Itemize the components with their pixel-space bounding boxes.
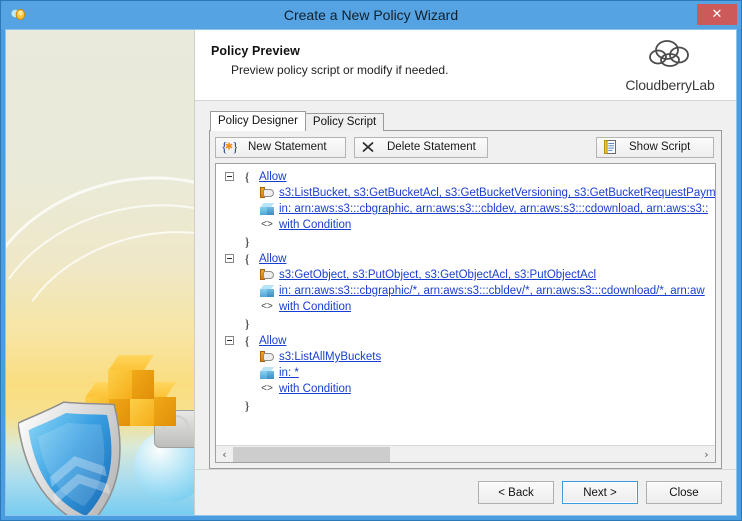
- statement-effect-link[interactable]: Allow: [259, 253, 286, 265]
- permission-hand-icon: [259, 349, 275, 365]
- statement-resources-row: in: arn:aws:s3:::cbgraphic/*, arn:aws:s3…: [216, 283, 715, 299]
- statement-actions-link[interactable]: s3:ListAllMyBuckets: [279, 351, 381, 363]
- bucket-cube-icon: [259, 201, 275, 217]
- tab-policy-designer[interactable]: Policy Designer: [210, 111, 306, 131]
- statement-condition-link[interactable]: with Condition: [279, 301, 351, 313]
- statement-condition-link[interactable]: with Condition: [279, 383, 351, 395]
- open-brace: {: [244, 333, 251, 348]
- angle-brackets-icon: <>: [261, 219, 273, 230]
- statement-condition-row: <> with Condition: [216, 381, 715, 397]
- bucket-cube-icon: [259, 283, 275, 299]
- braces-asterisk-icon: { }: [221, 139, 239, 156]
- security-shield-icon: [17, 398, 134, 515]
- client-area: Policy Preview Preview policy script or …: [5, 29, 737, 516]
- angle-brackets-icon: <>: [261, 301, 273, 312]
- svg-text:}: }: [232, 141, 237, 156]
- brand-logo: CloudberryLab: [618, 38, 722, 93]
- show-script-button[interactable]: Show Script: [596, 136, 714, 158]
- statement-condition-link[interactable]: with Condition: [279, 219, 351, 231]
- tree-horizontal-scrollbar[interactable]: ‹ ›: [216, 445, 715, 462]
- collapse-expander-icon[interactable]: [225, 254, 234, 263]
- statement-effect-link[interactable]: Allow: [259, 171, 286, 183]
- statement-effect-link[interactable]: Allow: [259, 335, 286, 347]
- storage-cube-icon: [108, 355, 154, 401]
- statement-header-row: { Allow: [216, 333, 715, 349]
- statement-resources-link[interactable]: in: arn:aws:s3:::cbgraphic/*, arn:aws:s3…: [279, 285, 705, 297]
- brand-name: CloudberryLab: [625, 77, 715, 93]
- wizard-content: Policy Preview Preview policy script or …: [195, 30, 736, 515]
- statement-actions-link[interactable]: s3:ListBucket, s3:GetBucketAcl, s3:GetBu…: [279, 187, 715, 199]
- cloud-icon: [649, 40, 689, 67]
- title-bar: Create a New Policy Wizard ✕: [1, 1, 741, 29]
- tab-strip: Policy Designer Policy Script: [209, 111, 722, 131]
- close-brace: }: [244, 316, 251, 331]
- new-statement-label: New Statement: [248, 141, 327, 153]
- wizard-footer: < Back Next > Close: [195, 469, 736, 515]
- scroll-right-arrow-icon[interactable]: ›: [698, 446, 715, 462]
- statement-header-row: { Allow: [216, 169, 715, 185]
- angle-brackets-icon: <>: [261, 383, 273, 394]
- statement-resources-row: in: *: [216, 365, 715, 381]
- permission-hand-icon: [259, 267, 275, 283]
- open-brace: {: [244, 251, 251, 266]
- statement-footer-row: }: [216, 233, 715, 251]
- cloudberry-shield-icon: [10, 6, 28, 24]
- statement-resources-link[interactable]: in: *: [279, 367, 299, 379]
- policy-statement: { Allow s3:ListAllMyBuckets in: * <> wit…: [216, 333, 715, 415]
- scrollbar-thumb[interactable]: [233, 447, 390, 462]
- designer-toolbar: { } New Statement: [215, 136, 716, 158]
- statement-resources-row: in: arn:aws:s3:::cbgraphic, arn:aws:s3::…: [216, 201, 715, 217]
- delete-statement-label: Delete Statement: [387, 141, 476, 153]
- policy-statement: { Allow s3:ListBucket, s3:GetBucketAcl, …: [216, 169, 715, 251]
- tab-area: Policy Designer Policy Script { }: [195, 101, 736, 469]
- tab-policy-script[interactable]: Policy Script: [304, 113, 385, 131]
- page-header: Policy Preview Preview policy script or …: [195, 30, 736, 101]
- delete-statement-button[interactable]: Delete Statement: [354, 136, 488, 158]
- statement-actions-row: s3:ListAllMyBuckets: [216, 349, 715, 365]
- collapse-expander-icon[interactable]: [225, 336, 234, 345]
- policy-tree-container: { Allow s3:ListBucket, s3:GetBucketAcl, …: [215, 163, 716, 463]
- bucket-cube-icon: [259, 365, 275, 381]
- back-button[interactable]: < Back: [478, 481, 554, 504]
- wizard-window: Create a New Policy Wizard ✕ Policy Prev…: [0, 0, 742, 521]
- close-brace: }: [244, 234, 251, 249]
- statement-condition-row: <> with Condition: [216, 217, 715, 233]
- policy-statement: { Allow s3:GetObject, s3:PutObject, s3:G…: [216, 251, 715, 333]
- close-wizard-button[interactable]: Close: [646, 481, 722, 504]
- script-notepad-icon: [602, 139, 618, 155]
- statement-condition-row: <> with Condition: [216, 299, 715, 315]
- new-statement-button[interactable]: { } New Statement: [215, 136, 346, 158]
- collapse-expander-icon[interactable]: [225, 172, 234, 181]
- statement-actions-row: s3:ListBucket, s3:GetBucketAcl, s3:GetBu…: [216, 185, 715, 201]
- permission-hand-icon: [259, 185, 275, 201]
- policy-tree[interactable]: { Allow s3:ListBucket, s3:GetBucketAcl, …: [216, 164, 715, 445]
- x-mark-icon: [360, 139, 376, 155]
- wizard-sidebar-graphic: [6, 30, 195, 515]
- scroll-left-arrow-icon[interactable]: ‹: [216, 446, 233, 462]
- statement-actions-row: s3:GetObject, s3:PutObject, s3:GetObject…: [216, 267, 715, 283]
- statement-resources-link[interactable]: in: arn:aws:s3:::cbgraphic, arn:aws:s3::…: [279, 203, 708, 215]
- show-script-label: Show Script: [629, 141, 691, 153]
- next-button[interactable]: Next >: [562, 481, 638, 504]
- open-brace: {: [244, 169, 251, 184]
- tab-panel-policy-designer: { } New Statement: [209, 130, 722, 469]
- window-title: Create a New Policy Wizard: [283, 7, 459, 23]
- statement-header-row: { Allow: [216, 251, 715, 267]
- statement-footer-row: }: [216, 397, 715, 415]
- statement-footer-row: }: [216, 315, 715, 333]
- statement-actions-link[interactable]: s3:GetObject, s3:PutObject, s3:GetObject…: [279, 269, 596, 281]
- close-button[interactable]: ✕: [697, 4, 737, 25]
- close-brace: }: [244, 398, 251, 413]
